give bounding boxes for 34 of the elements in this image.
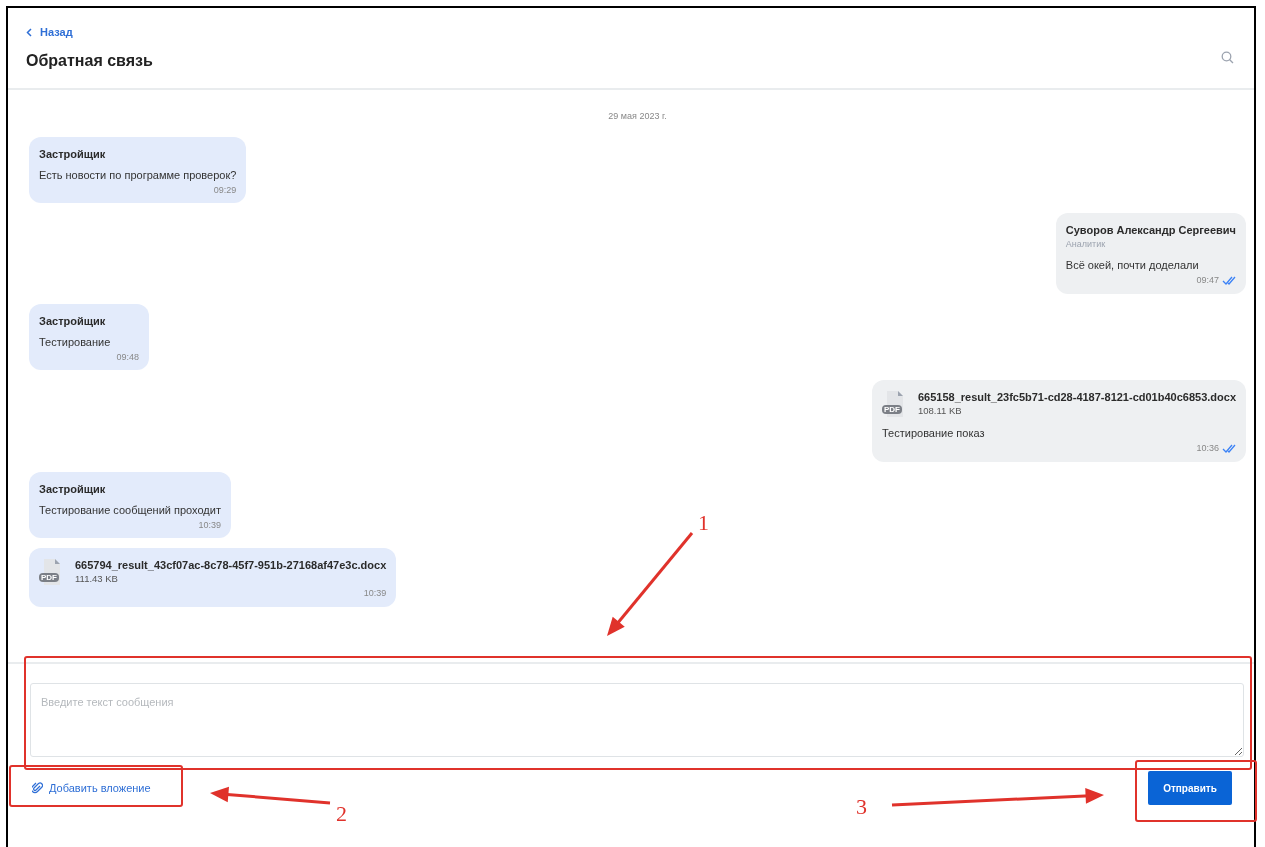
message-text: Тестирование xyxy=(39,334,112,350)
message-text: Тестирование показ xyxy=(882,426,986,441)
double-check-icon xyxy=(1222,276,1236,286)
message-time: 10:39 xyxy=(198,518,221,532)
search-icon[interactable] xyxy=(1221,51,1234,64)
annotation-number: 1 xyxy=(698,512,709,534)
message-author: Застройщик xyxy=(39,146,107,162)
message-text: Тестирование сообщений проходит xyxy=(39,502,221,518)
message-text: Всё окей, почти доделали xyxy=(1065,258,1200,273)
page-title: Обратная связь xyxy=(26,50,153,71)
message-time: 10:39 xyxy=(363,587,387,600)
message-author: Застройщик xyxy=(39,313,107,329)
file-size: 108.11 KB xyxy=(918,405,963,417)
message-author: Суворов Александр Сергеевич xyxy=(1065,223,1236,238)
double-check-icon xyxy=(1222,444,1236,454)
attach-button[interactable]: Добавить вложение xyxy=(32,779,151,797)
back-link[interactable]: Назад xyxy=(26,24,153,41)
file-size: 111.43 KB xyxy=(75,573,119,585)
chevron-left-icon xyxy=(26,27,32,37)
send-button[interactable]: Отправить xyxy=(1148,771,1232,805)
message-time: 09:47 xyxy=(1196,274,1219,287)
paperclip-icon xyxy=(32,782,43,794)
annotation-number: 2 xyxy=(336,803,347,825)
author-role: Аналитик xyxy=(1065,238,1107,250)
file-name[interactable]: 665794_result_43cf07ac-8c78-45f7-951b-27168af47e3c.docx xyxy=(75,558,387,573)
file-name[interactable]: 665158_result_23fc5b71-cd28-4187-8121-cd01b40c6853.docx xyxy=(918,390,1236,405)
message-input[interactable]: Введите текст сообщения xyxy=(30,683,1244,757)
date-label: 29 мая 2023 г. xyxy=(607,110,668,123)
message-time: 09:29 xyxy=(213,183,237,197)
message-author: Застройщик xyxy=(39,481,107,497)
annotation-number: 3 xyxy=(856,796,867,818)
message-text: Есть новости по программе проверок? xyxy=(39,167,237,183)
message-time: 10:36 xyxy=(1196,442,1219,455)
message-time: 09:48 xyxy=(116,350,139,364)
